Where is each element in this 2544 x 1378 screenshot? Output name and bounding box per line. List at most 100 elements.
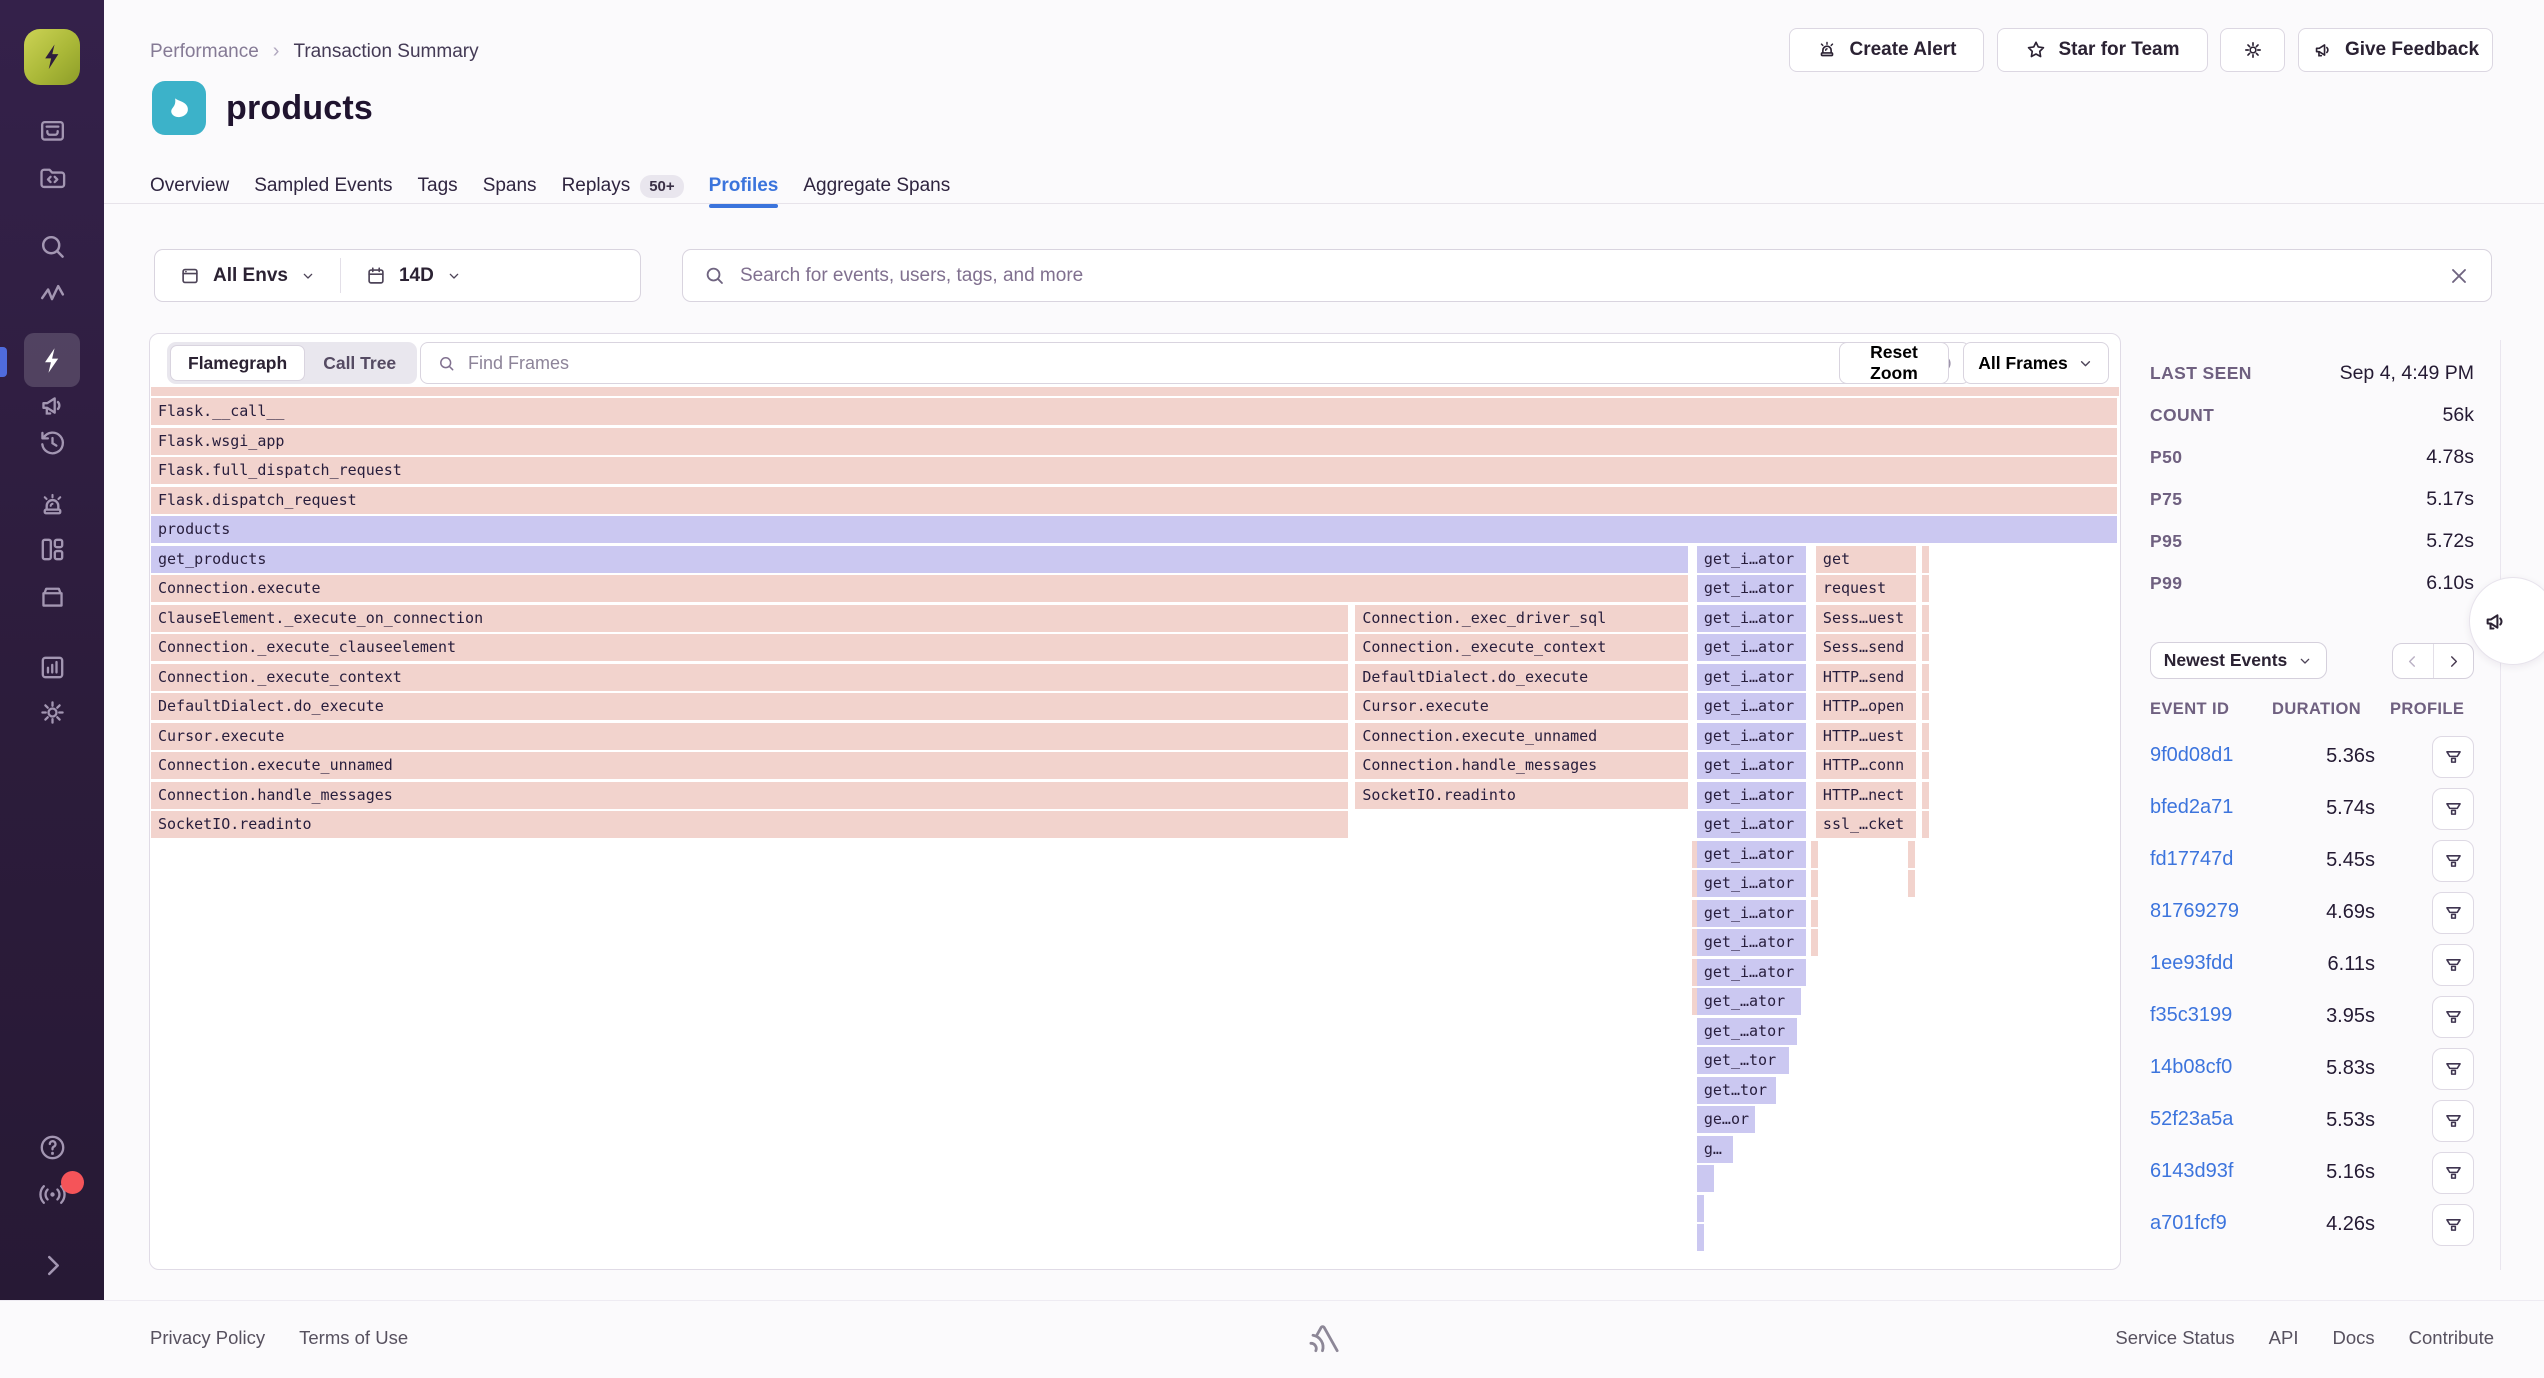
flame-frame[interactable]: Sess…send (1816, 634, 1918, 661)
flame-frame[interactable]: get_i…ator (1697, 870, 1808, 897)
footer-link-contribute[interactable]: Contribute (2409, 1327, 2494, 1349)
event-id-link[interactable]: bfed2a71 (2150, 796, 2233, 819)
flame-frame[interactable]: HTTP…conn (1816, 752, 1918, 779)
view-profile-button[interactable] (2432, 996, 2474, 1038)
give-feedback-button[interactable]: Give Feedback (2298, 28, 2493, 72)
flame-frame[interactable]: ClauseElement._execute_on_connection (151, 605, 1350, 632)
flame-frame[interactable]: get_products (151, 546, 1690, 573)
flame-frame[interactable]: get_i…ator (1697, 546, 1808, 573)
previous-page-button[interactable] (2393, 644, 2434, 678)
flame-frame-sliver[interactable] (1922, 575, 1931, 602)
clear-search-icon[interactable] (2447, 264, 2471, 288)
tab-replays[interactable]: Replays50+ (562, 168, 684, 204)
event-id-link[interactable]: 81769279 (2150, 900, 2239, 923)
sidebar-item-issues[interactable] (24, 103, 80, 157)
tab-tags[interactable]: Tags (418, 168, 458, 204)
flame-frame[interactable]: Connection.handle_messages (1355, 752, 1690, 779)
floating-feedback-button[interactable] (2469, 577, 2544, 665)
view-profile-button[interactable] (2432, 840, 2474, 882)
search-input[interactable] (740, 265, 2433, 287)
flame-frame[interactable]: products (151, 516, 2119, 543)
event-id-link[interactable]: 52f23a5a (2150, 1108, 2233, 1131)
flame-frame-sliver[interactable] (1922, 605, 1931, 632)
sidebar-item-replays[interactable] (24, 415, 80, 469)
flame-frame-sliver[interactable] (1922, 782, 1931, 809)
flame-frame[interactable]: get_i…ator (1697, 752, 1808, 779)
flame-frame-sliver[interactable] (1922, 634, 1931, 661)
view-profile-button[interactable] (2432, 892, 2474, 934)
flame-frame[interactable]: g… (1697, 1136, 1735, 1163)
flame-frame-sliver[interactable] (1811, 870, 1820, 897)
next-page-button[interactable] (2434, 644, 2474, 678)
flame-frame[interactable]: DefaultDialect.do_execute (151, 693, 1350, 720)
flame-frame[interactable]: HTTP…open (1816, 693, 1918, 720)
view-profile-button[interactable] (2432, 1100, 2474, 1142)
event-id-link[interactable]: f35c3199 (2150, 1004, 2232, 1027)
flame-frame[interactable]: ge…or (1697, 1106, 1757, 1133)
flame-frame[interactable]: get_i…ator (1697, 664, 1808, 691)
flame-frame[interactable]: HTTP…uest (1816, 723, 1918, 750)
breadcrumb-performance[interactable]: Performance (150, 41, 259, 63)
flame-frame[interactable]: Flask.__call__ (151, 398, 2119, 425)
event-id-link[interactable]: a701fcf9 (2150, 1212, 2227, 1235)
sidebar-item-metrics[interactable] (24, 266, 80, 320)
flame-frame[interactable]: ssl_…cket (1816, 811, 1918, 838)
flame-frame[interactable]: get_…ator (1697, 988, 1803, 1015)
flame-frame[interactable]: Connection._execute_context (151, 664, 1350, 691)
flame-row-partial[interactable] (151, 387, 2119, 396)
flame-frame-sliver[interactable] (1697, 1165, 1716, 1192)
flame-frame[interactable]: Flask.dispatch_request (151, 487, 2119, 514)
call-tree-toggle[interactable]: Call Tree (305, 353, 414, 374)
flame-frame[interactable]: get_i…ator (1697, 575, 1808, 602)
sidebar-item-projects[interactable] (24, 150, 80, 204)
flame-frame-sliver[interactable] (1922, 752, 1931, 779)
flamegraph-canvas[interactable]: Flask.__call__Flask.wsgi_appFlask.full_d… (151, 387, 2119, 1270)
view-profile-button[interactable] (2432, 1152, 2474, 1194)
flame-frame-sliver[interactable] (1922, 693, 1931, 720)
event-id-link[interactable]: 1ee93fdd (2150, 952, 2233, 975)
flame-frame[interactable]: get_i…ator (1697, 959, 1808, 986)
flame-frame[interactable]: get_…ator (1697, 1018, 1799, 1045)
tab-overview[interactable]: Overview (150, 168, 229, 204)
flame-frame-sliver[interactable] (1811, 929, 1820, 956)
all-frames-dropdown[interactable]: All Frames (1963, 342, 2109, 384)
flame-frame[interactable]: request (1816, 575, 1918, 602)
flame-frame[interactable]: Connection.execute_unnamed (1355, 723, 1690, 750)
view-profile-button[interactable] (2432, 736, 2474, 778)
view-profile-button[interactable] (2432, 1204, 2474, 1246)
flame-frame-sliver[interactable] (1811, 841, 1820, 868)
sidebar-item-explore[interactable] (24, 219, 80, 273)
flame-frame[interactable]: get…tor (1697, 1077, 1778, 1104)
flame-frame[interactable]: Connection._exec_driver_sql (1355, 605, 1690, 632)
flame-frame-sliver[interactable] (1697, 1195, 1706, 1222)
flame-frame-sliver[interactable] (1908, 841, 1917, 868)
flame-frame-sliver[interactable] (1922, 664, 1931, 691)
flame-frame[interactable]: Connection.execute_unnamed (151, 752, 1350, 779)
flame-frame[interactable]: get_i…ator (1697, 900, 1808, 927)
flame-frame[interactable]: get (1816, 546, 1918, 573)
footer-link-docs[interactable]: Docs (2332, 1327, 2374, 1349)
view-profile-button[interactable] (2432, 944, 2474, 986)
footer-link-service-status[interactable]: Service Status (2115, 1327, 2234, 1349)
flame-frame[interactable]: SocketIO.readinto (151, 811, 1350, 838)
flame-frame[interactable]: get_i…ator (1697, 929, 1808, 956)
flame-frame[interactable]: Flask.wsgi_app (151, 428, 2119, 455)
flame-frame[interactable]: HTTP…send (1816, 664, 1918, 691)
environment-filter[interactable]: All Envs (155, 250, 340, 301)
flame-frame-sliver[interactable] (1811, 900, 1820, 927)
flame-frame[interactable]: get_i…ator (1697, 605, 1808, 632)
sidebar-item-help[interactable] (24, 1120, 80, 1174)
flame-frame[interactable]: get_i…ator (1697, 782, 1808, 809)
flame-frame[interactable]: Cursor.execute (151, 723, 1350, 750)
flame-frame[interactable]: Connection.handle_messages (151, 782, 1350, 809)
events-sort-dropdown[interactable]: Newest Events (2150, 642, 2327, 679)
sidebar-item-releases[interactable] (24, 569, 80, 623)
star-for-team-button[interactable]: Star for Team (1997, 28, 2208, 72)
sidebar-item-dashboards[interactable] (24, 522, 80, 576)
flame-frame[interactable]: Connection._execute_clauseelement (151, 634, 1350, 661)
flame-frame[interactable]: get_…tor (1697, 1047, 1791, 1074)
flame-frame[interactable]: get_i…ator (1697, 634, 1808, 661)
flame-frame[interactable]: get_i…ator (1697, 723, 1808, 750)
flame-frame-sliver[interactable] (1922, 811, 1931, 838)
event-id-link[interactable]: 14b08cf0 (2150, 1056, 2232, 1079)
